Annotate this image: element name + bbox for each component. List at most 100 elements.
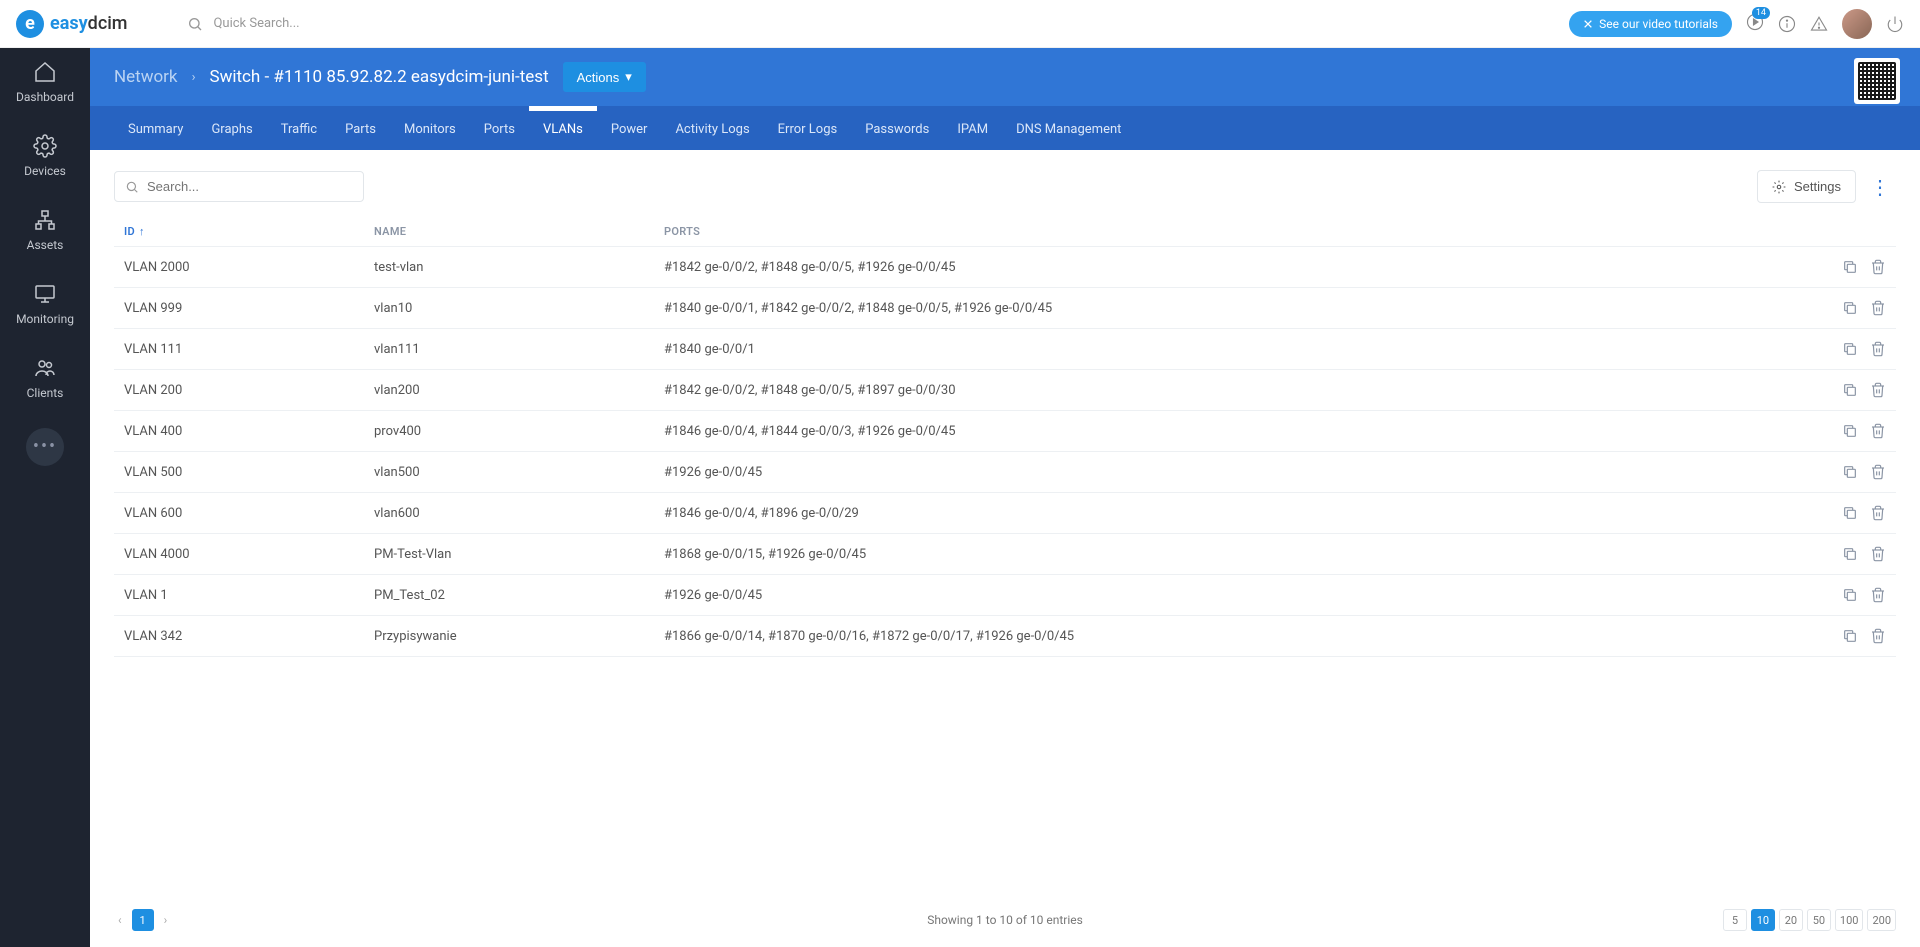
trash-icon[interactable] <box>1870 382 1886 398</box>
trash-icon[interactable] <box>1870 259 1886 275</box>
page-size-200[interactable]: 200 <box>1867 909 1896 931</box>
copy-icon[interactable] <box>1842 628 1858 644</box>
table-search-input[interactable] <box>147 179 353 194</box>
table-row[interactable]: VLAN 111vlan111#1840 ge-0/0/1 <box>114 329 1896 370</box>
cell-ports: #1846 ge-0/0/4, #1896 ge-0/0/29 <box>654 493 1806 534</box>
tab-parts[interactable]: Parts <box>331 106 390 150</box>
table-row[interactable]: VLAN 2000test-vlan#1842 ge-0/0/2, #1848 … <box>114 247 1896 288</box>
copy-icon[interactable] <box>1842 341 1858 357</box>
page-size-20[interactable]: 20 <box>1779 909 1803 931</box>
cell-id: VLAN 999 <box>114 288 364 329</box>
table-row[interactable]: VLAN 1PM_Test_02#1926 ge-0/0/45 <box>114 575 1896 616</box>
tab-power[interactable]: Power <box>597 106 662 150</box>
table-row[interactable]: VLAN 4000PM-Test-Vlan#1868 ge-0/0/15, #1… <box>114 534 1896 575</box>
copy-icon[interactable] <box>1842 382 1858 398</box>
table-row[interactable]: VLAN 500vlan500#1926 ge-0/0/45 <box>114 452 1896 493</box>
trash-icon[interactable] <box>1870 300 1886 316</box>
cell-ports: #1868 ge-0/0/15, #1926 ge-0/0/45 <box>654 534 1806 575</box>
tab-ipam[interactable]: IPAM <box>943 106 1002 150</box>
close-icon <box>1583 19 1593 29</box>
logo[interactable]: e easydcim <box>16 10 127 38</box>
page-prev[interactable]: ‹ <box>114 913 126 927</box>
cell-ports: #1840 ge-0/0/1 <box>654 329 1806 370</box>
tab-dns-management[interactable]: DNS Management <box>1002 106 1135 150</box>
copy-icon[interactable] <box>1842 505 1858 521</box>
cell-name: PM-Test-Vlan <box>364 534 654 575</box>
tutorials-button[interactable]: See our video tutorials <box>1569 11 1732 37</box>
page-size-100[interactable]: 100 <box>1835 909 1864 931</box>
user-avatar[interactable] <box>1842 9 1872 39</box>
page-size-10[interactable]: 10 <box>1751 909 1775 931</box>
page-title: Switch - #1110 85.92.82.2 easydcim-juni-… <box>209 67 548 87</box>
sidebar-item-devices[interactable]: Devices <box>0 122 90 190</box>
copy-icon[interactable] <box>1842 423 1858 439</box>
sidebar-more-button[interactable]: ••• <box>26 428 64 466</box>
trash-icon[interactable] <box>1870 546 1886 562</box>
settings-button[interactable]: Settings <box>1757 170 1856 203</box>
trash-icon[interactable] <box>1870 341 1886 357</box>
page-1[interactable]: 1 <box>132 909 154 931</box>
warning-icon[interactable] <box>1810 15 1828 33</box>
tab-summary[interactable]: Summary <box>114 106 197 150</box>
tab-monitors[interactable]: Monitors <box>390 106 470 150</box>
sidebar-item-clients[interactable]: Clients <box>0 344 90 412</box>
cell-ports: #1842 ge-0/0/2, #1848 ge-0/0/5, #1926 ge… <box>654 247 1806 288</box>
actions-button[interactable]: Actions ▾ <box>563 62 646 92</box>
quick-search[interactable]: Quick Search... <box>187 16 299 32</box>
trash-icon[interactable] <box>1870 628 1886 644</box>
top-header: e easydcim Quick Search... See our video… <box>0 0 1920 48</box>
page-next[interactable]: › <box>160 913 172 927</box>
search-icon <box>187 16 203 32</box>
col-ports[interactable]: PORTS <box>654 217 1806 247</box>
sidebar-item-monitoring[interactable]: Monitoring <box>0 270 90 338</box>
table-row[interactable]: VLAN 200vlan200#1842 ge-0/0/2, #1848 ge-… <box>114 370 1896 411</box>
table-row[interactable]: VLAN 600vlan600#1846 ge-0/0/4, #1896 ge-… <box>114 493 1896 534</box>
sidebar: Dashboard Devices Assets Monitoring Clie… <box>0 0 90 947</box>
tab-error-logs[interactable]: Error Logs <box>764 106 852 150</box>
tab-passwords[interactable]: Passwords <box>851 106 943 150</box>
kebab-menu[interactable]: ⋮ <box>1864 175 1896 199</box>
qr-code[interactable] <box>1854 58 1900 104</box>
page-size-50[interactable]: 50 <box>1807 909 1831 931</box>
trash-icon[interactable] <box>1870 505 1886 521</box>
info-icon[interactable] <box>1778 15 1796 33</box>
cell-id: VLAN 4000 <box>114 534 364 575</box>
trash-icon[interactable] <box>1870 423 1886 439</box>
home-icon <box>33 60 57 84</box>
page-size-5[interactable]: 5 <box>1723 909 1747 931</box>
trash-icon[interactable] <box>1870 587 1886 603</box>
cell-ports: #1846 ge-0/0/4, #1844 ge-0/0/3, #1926 ge… <box>654 411 1806 452</box>
tab-ports[interactable]: Ports <box>470 106 529 150</box>
breadcrumb-section[interactable]: Network <box>114 67 178 87</box>
search-icon <box>125 180 139 194</box>
cell-ports: #1866 ge-0/0/14, #1870 ge-0/0/16, #1872 … <box>654 616 1806 657</box>
trash-icon[interactable] <box>1870 464 1886 480</box>
entries-summary: Showing 1 to 10 of 10 entries <box>927 913 1083 927</box>
table-row[interactable]: VLAN 999vlan10#1840 ge-0/0/1, #1842 ge-0… <box>114 288 1896 329</box>
monitor-icon <box>33 282 57 306</box>
copy-icon[interactable] <box>1842 587 1858 603</box>
sidebar-item-assets[interactable]: Assets <box>0 196 90 264</box>
table-footer: ‹ 1 › Showing 1 to 10 of 10 entries 5102… <box>114 887 1896 935</box>
copy-icon[interactable] <box>1842 546 1858 562</box>
tab-vlans[interactable]: VLANs <box>529 106 597 150</box>
col-id[interactable]: ID↑ <box>114 217 364 247</box>
vlans-table: ID↑ NAME PORTS VLAN 2000test-vlan#1842 g… <box>114 217 1896 657</box>
table-row[interactable]: VLAN 400prov400#1846 ge-0/0/4, #1844 ge-… <box>114 411 1896 452</box>
table-row[interactable]: VLAN 342Przypisywanie#1866 ge-0/0/14, #1… <box>114 616 1896 657</box>
tab-traffic[interactable]: Traffic <box>267 106 331 150</box>
copy-icon[interactable] <box>1842 300 1858 316</box>
cell-id: VLAN 111 <box>114 329 364 370</box>
tab-activity-logs[interactable]: Activity Logs <box>661 106 763 150</box>
tab-graphs[interactable]: Graphs <box>197 106 266 150</box>
table-search[interactable] <box>114 171 364 202</box>
pagination: ‹ 1 › <box>114 909 171 931</box>
power-icon[interactable] <box>1886 15 1904 33</box>
cell-name: vlan111 <box>364 329 654 370</box>
play-notifications[interactable]: 14 <box>1746 13 1764 35</box>
cell-name: prov400 <box>364 411 654 452</box>
copy-icon[interactable] <box>1842 464 1858 480</box>
copy-icon[interactable] <box>1842 259 1858 275</box>
col-name[interactable]: NAME <box>364 217 654 247</box>
sidebar-item-dashboard[interactable]: Dashboard <box>0 48 90 116</box>
